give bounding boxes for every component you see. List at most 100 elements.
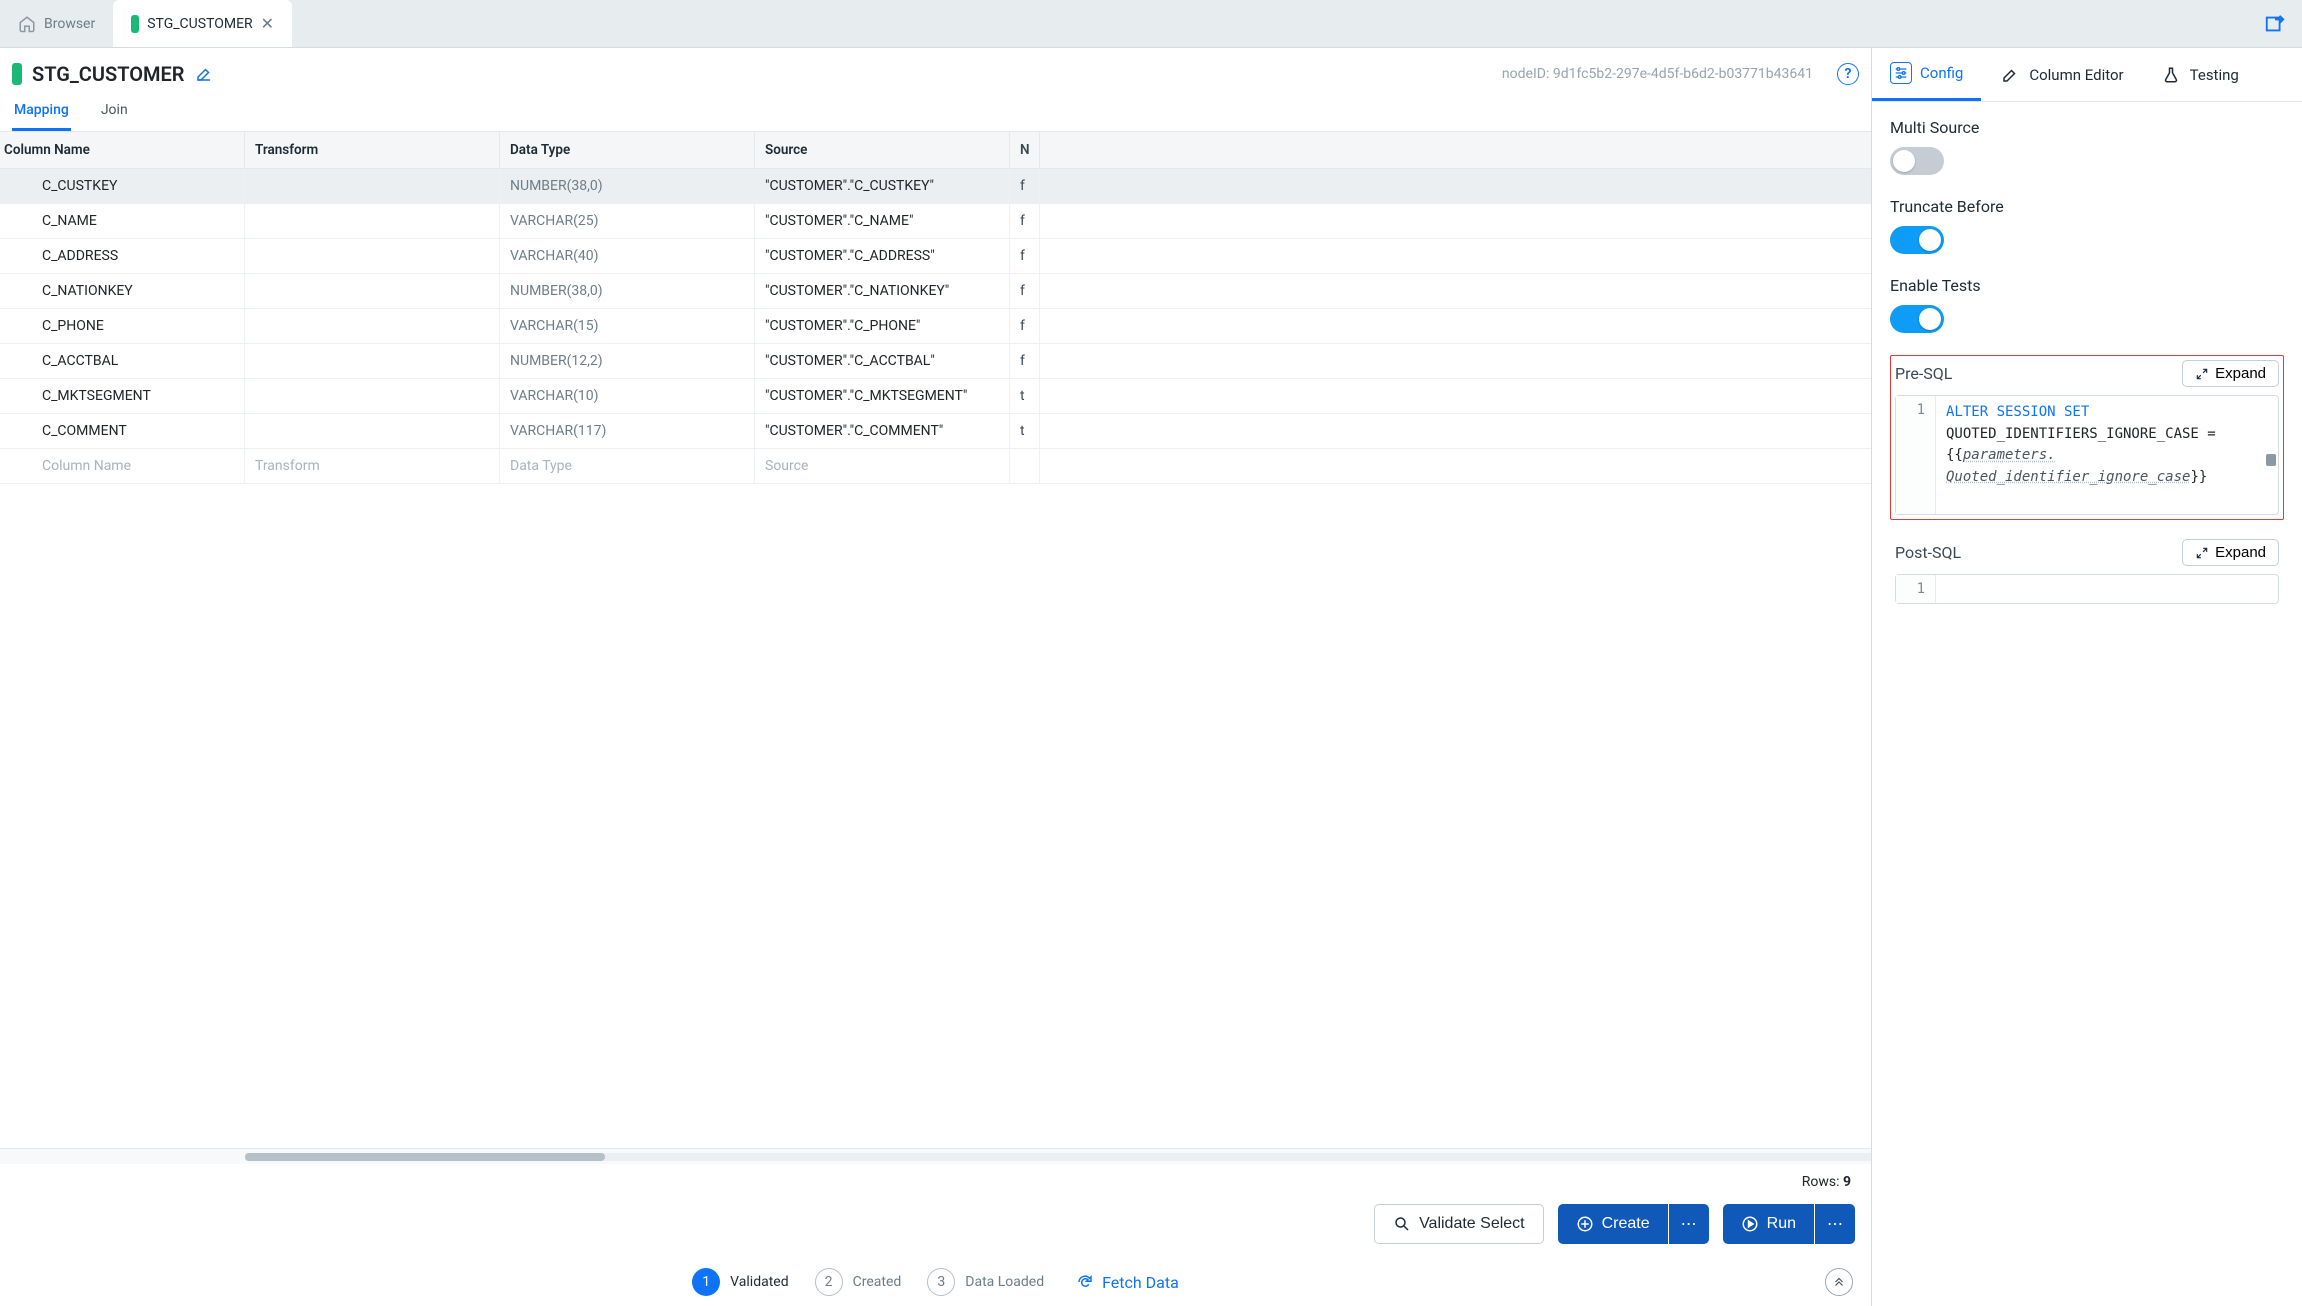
truncate-before-toggle[interactable]: [1890, 226, 1944, 254]
subtab-mapping[interactable]: Mapping: [12, 102, 71, 131]
cell-nullable: f: [1010, 169, 1040, 203]
tab-node[interactable]: STG_CUSTOMER ✕: [113, 0, 292, 47]
cell-data-type: Data Type: [500, 449, 755, 483]
table-row[interactable]: C_NAMEVARCHAR(25)"CUSTOMER"."C_NAME"f: [0, 204, 1871, 239]
cell-column-name: C_CUSTKEY: [0, 169, 245, 203]
tab-browser[interactable]: Browser: [0, 0, 113, 47]
plus-circle-icon: [1576, 1215, 1594, 1233]
cell-transform: [245, 204, 500, 238]
table-row-placeholder[interactable]: Column NameTransformData TypeSource: [0, 449, 1871, 484]
cell-transform: [245, 169, 500, 203]
horizontal-scrollbar[interactable]: [0, 1148, 1871, 1164]
table-row[interactable]: C_COMMENTVARCHAR(117)"CUSTOMER"."C_COMME…: [0, 414, 1871, 449]
status-bar: 1Validated 2Created 3Data Loaded Fetch Dat…: [0, 1260, 1871, 1306]
cell-data-type: VARCHAR(117): [500, 414, 755, 448]
line-number: 1: [1896, 575, 1936, 603]
flask-icon: [2160, 64, 2182, 86]
cell-nullable: f: [1010, 239, 1040, 273]
multi-source-toggle[interactable]: [1890, 147, 1944, 175]
cell-data-type: VARCHAR(25): [500, 204, 755, 238]
node-header: STG_CUSTOMER nodeID: 9d1fc5b2-297e-4d5f-…: [0, 48, 1871, 94]
cell-nullable: t: [1010, 414, 1040, 448]
table-row[interactable]: C_PHONEVARCHAR(15)"CUSTOMER"."C_PHONE"f: [0, 309, 1871, 344]
col-header-name[interactable]: Column Name: [0, 132, 245, 168]
post-sql-code[interactable]: [1936, 575, 2278, 603]
step-number-icon: 2: [815, 1268, 843, 1296]
post-sql-editor[interactable]: 1: [1895, 574, 2279, 604]
cell-column-name: C_ADDRESS: [0, 239, 245, 273]
play-circle-icon: [1741, 1215, 1759, 1233]
help-icon[interactable]: ?: [1837, 63, 1859, 85]
post-sql-section: Post-SQL Expand 1: [1890, 534, 2284, 609]
subtab-join[interactable]: Join: [99, 102, 130, 131]
col-header-transform[interactable]: Transform: [245, 132, 500, 168]
pre-sql-editor[interactable]: 1 ALTER SESSION SET QUOTED_IDENTIFIERS_I…: [1895, 395, 2279, 515]
cell-nullable: f: [1010, 344, 1040, 378]
cell-data-type: VARCHAR(15): [500, 309, 755, 343]
table-row[interactable]: C_NATIONKEYNUMBER(38,0)"CUSTOMER"."C_NAT…: [0, 274, 1871, 309]
cell-column-name: Column Name: [0, 449, 245, 483]
table-row[interactable]: C_MKTSEGMENTVARCHAR(10)"CUSTOMER"."C_MKT…: [0, 379, 1871, 414]
line-number: 1: [1896, 396, 1936, 514]
validate-select-button[interactable]: Validate Select: [1374, 1204, 1544, 1244]
cell-nullable: [1010, 449, 1040, 483]
cell-nullable: f: [1010, 274, 1040, 308]
cell-transform: [245, 239, 500, 273]
tab-browser-label: Browser: [44, 16, 95, 32]
table-row[interactable]: C_ADDRESSVARCHAR(40)"CUSTOMER"."C_ADDRES…: [0, 239, 1871, 274]
status-step: 2Created: [815, 1268, 902, 1296]
cell-data-type: NUMBER(38,0): [500, 274, 755, 308]
create-button[interactable]: Create: [1558, 1204, 1668, 1244]
cell-source: "CUSTOMER"."C_MKTSEGMENT": [755, 379, 1010, 413]
status-step: 1Validated: [692, 1268, 788, 1296]
enable-tests-toggle[interactable]: [1890, 305, 1944, 333]
cell-data-type: VARCHAR(10): [500, 379, 755, 413]
close-icon[interactable]: ✕: [261, 14, 274, 33]
status-step: 3Data Loaded: [927, 1268, 1044, 1296]
step-number-icon: 1: [692, 1268, 720, 1296]
pre-sql-code[interactable]: ALTER SESSION SET QUOTED_IDENTIFIERS_IGN…: [1936, 396, 2278, 514]
node-title: STG_CUSTOMER: [32, 62, 185, 86]
truncate-before-label: Truncate Before: [1890, 197, 2284, 216]
table-row[interactable]: C_CUSTKEY NUMBER(38,0)"CUSTOMER"."C_CUSTK…: [0, 169, 1871, 204]
cell-source: "CUSTOMER"."C_ADDRESS": [755, 239, 1010, 273]
sliders-icon: [1890, 62, 1912, 84]
tabs-bar: Browser STG_CUSTOMER ✕: [0, 0, 2302, 48]
col-header-type[interactable]: Data Type: [500, 132, 755, 168]
table-row[interactable]: C_ACCTBALNUMBER(12,2)"CUSTOMER"."C_ACCTB…: [0, 344, 1871, 379]
more-icon: ⋯: [1681, 1214, 1697, 1234]
multi-source-label: Multi Source: [1890, 118, 2284, 137]
cell-transform: [245, 344, 500, 378]
col-header-null[interactable]: N: [1010, 132, 1040, 168]
cell-source: "CUSTOMER"."C_CUSTKEY": [755, 169, 1010, 203]
side-tab-column-editor[interactable]: Column Editor: [1981, 48, 2141, 101]
create-more-button[interactable]: ⋯: [1669, 1204, 1709, 1244]
collapse-icon[interactable]: [1825, 1268, 1853, 1296]
cell-data-type: NUMBER(12,2): [500, 344, 755, 378]
edit-icon[interactable]: [195, 65, 213, 83]
cell-source: "CUSTOMER"."C_ACCTBAL": [755, 344, 1010, 378]
scrollbar-thumb[interactable]: [2266, 454, 2276, 466]
pre-sql-section: Pre-SQL Expand 1 ALTER SESSION SET QUOTE…: [1890, 355, 2284, 520]
col-header-source[interactable]: Source: [755, 132, 1010, 168]
run-more-button[interactable]: ⋯: [1815, 1204, 1855, 1244]
node-badge-icon: [12, 63, 22, 85]
run-button[interactable]: Run: [1723, 1204, 1814, 1244]
cell-data-type: NUMBER(38,0): [500, 169, 755, 203]
open-external-button[interactable]: [2248, 13, 2302, 35]
refresh-icon: [1076, 1273, 1094, 1291]
side-tab-testing[interactable]: Testing: [2142, 48, 2257, 101]
cell-transform: [245, 379, 500, 413]
expand-icon: [2195, 546, 2209, 560]
cell-column-name: C_NATIONKEY: [0, 274, 245, 308]
post-sql-label: Post-SQL: [1895, 543, 1961, 562]
rows-count: Rows: 9: [0, 1164, 1871, 1200]
side-tab-config[interactable]: Config: [1872, 48, 1981, 101]
node-id: nodeID: 9d1fc5b2-297e-4d5f-b6d2-b03771b4…: [1502, 66, 1813, 82]
home-icon: [18, 15, 36, 33]
cell-transform: [245, 414, 500, 448]
pre-sql-expand-button[interactable]: Expand: [2182, 360, 2279, 387]
fetch-data-button[interactable]: Fetch Data: [1076, 1273, 1179, 1292]
cell-column-name: C_COMMENT: [0, 414, 245, 448]
post-sql-expand-button[interactable]: Expand: [2182, 539, 2279, 566]
